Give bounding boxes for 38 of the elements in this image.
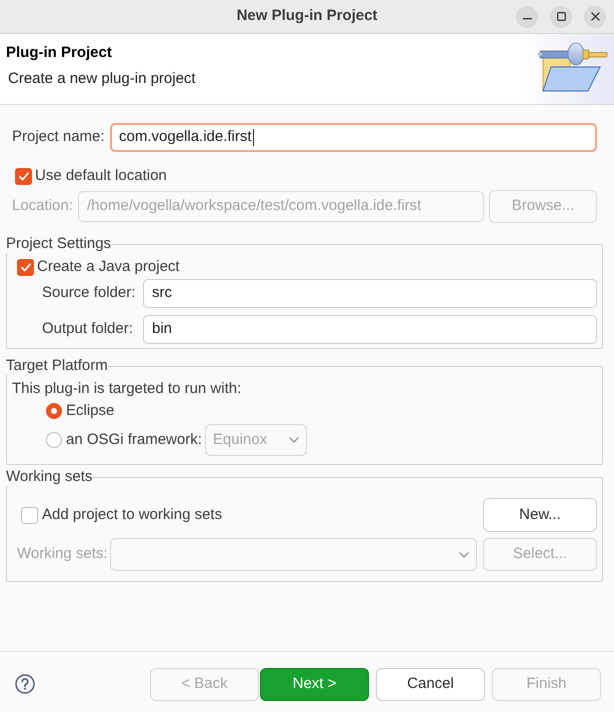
group-title: Target Platform (6, 357, 108, 375)
folder-label: Output folder: (42, 319, 134, 340)
window-title: New Plug-in Project (236, 6, 378, 26)
group-title: Working sets (6, 468, 92, 486)
folder-field[interactable]: src (143, 279, 597, 308)
chevron-down-icon (288, 437, 299, 443)
folder-label: Source folder: (42, 283, 136, 304)
target-platform-prompt: This plug-in is targeted to run with: (11, 380, 242, 398)
create-java-project-label[interactable]: Create a Java project (37, 258, 180, 276)
help-icon[interactable] (15, 674, 35, 694)
chevron-down-icon (459, 552, 469, 558)
folder-field[interactable]: bin (143, 315, 597, 344)
close-icon (590, 12, 600, 21)
check-icon (20, 262, 30, 272)
working-sets-label: Working sets: (17, 544, 109, 564)
use-default-location-label[interactable]: Use default location (35, 167, 167, 185)
radio-button[interactable] (46, 403, 62, 419)
close-button[interactable] (584, 6, 606, 28)
minimize-button[interactable] (516, 6, 538, 28)
project-name-label: Project name: (12, 127, 106, 148)
page-title: Plug-in Project (6, 44, 112, 62)
maximize-button[interactable] (550, 6, 572, 28)
location-label: Location: (12, 196, 74, 216)
radio-button[interactable] (46, 432, 62, 448)
checkbox[interactable] (15, 168, 32, 184)
group-title: Project Settings (6, 235, 112, 253)
check-icon (18, 172, 28, 180)
page-description: Create a new plug-in project (7, 70, 196, 88)
wizard-button[interactable]: Cancel (376, 668, 485, 700)
maximize-icon (556, 12, 566, 21)
radio-label[interactable]: Eclipse (66, 402, 114, 420)
add-to-working-sets-label[interactable]: Add project to working sets (42, 506, 222, 524)
minimize-icon (522, 18, 532, 20)
project-name-field[interactable]: com.vogella.ide.first (110, 123, 597, 152)
radio-label[interactable]: an OSGi framework: (66, 431, 202, 449)
checkbox[interactable] (17, 258, 34, 276)
new-button[interactable]: New... (483, 498, 597, 532)
checkbox[interactable] (21, 506, 38, 524)
